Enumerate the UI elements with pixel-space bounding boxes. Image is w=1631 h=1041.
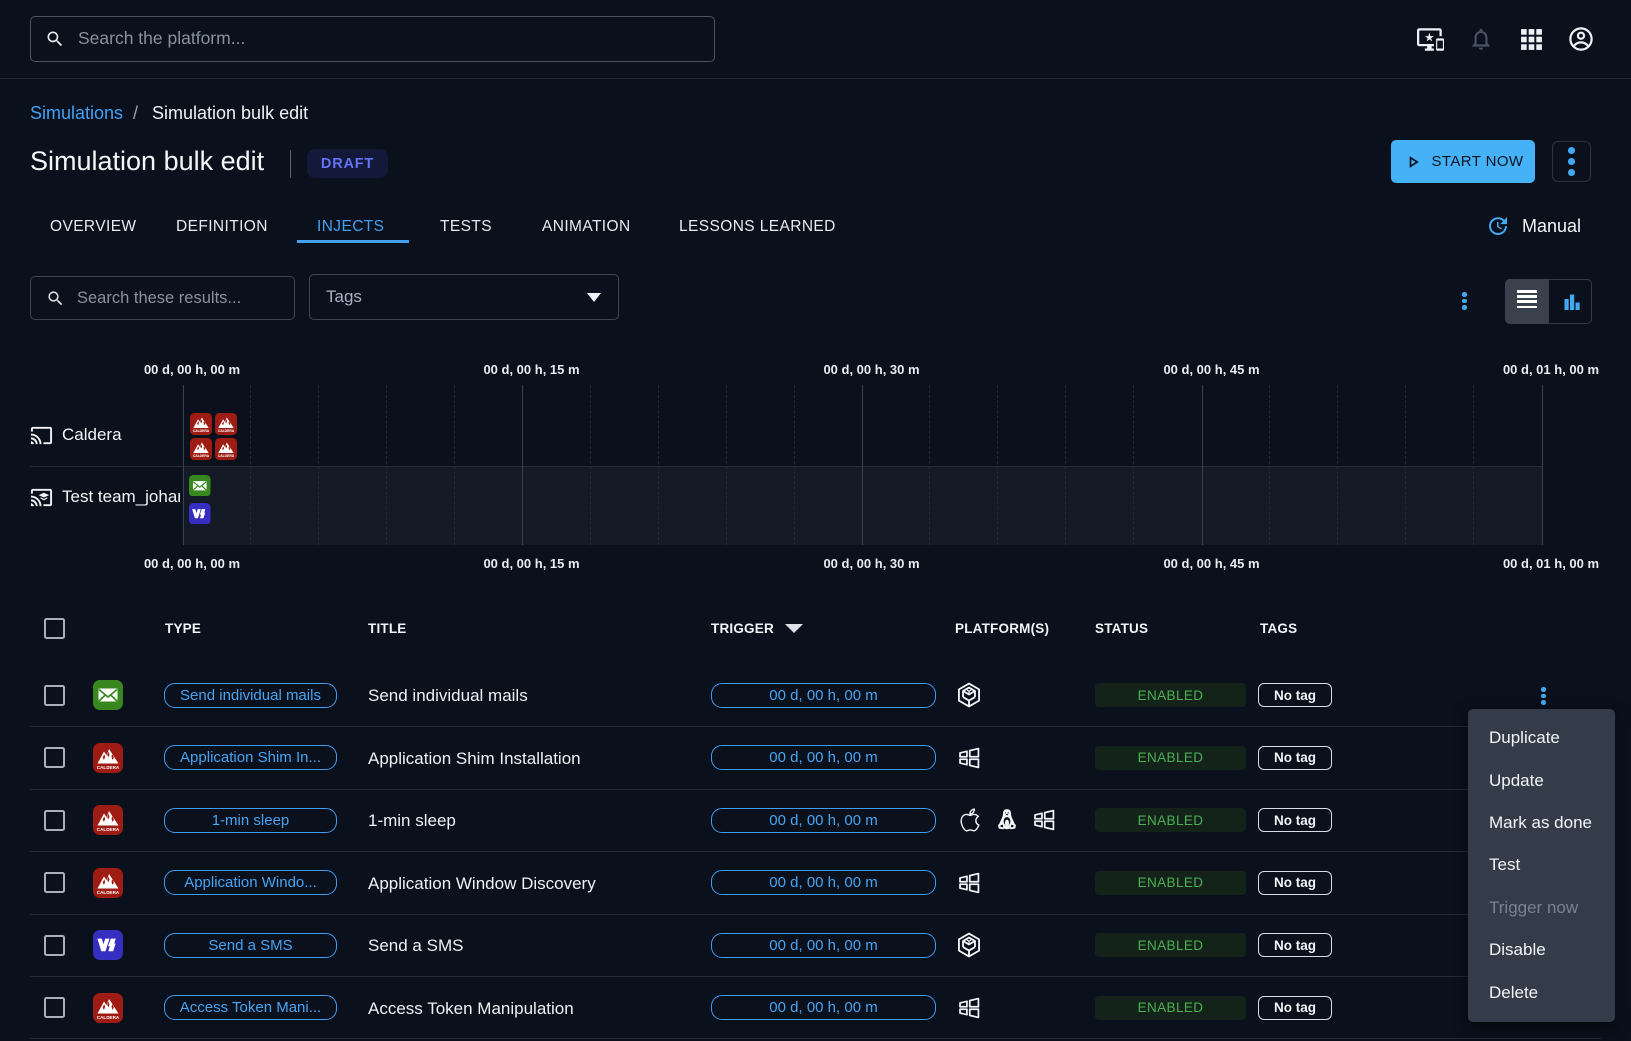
svg-text:CALDERA: CALDERA: [192, 429, 209, 433]
svg-text:CALDERA: CALDERA: [97, 764, 120, 769]
svg-text:CALDERA: CALDERA: [97, 889, 120, 894]
svg-text:CALDERA: CALDERA: [217, 429, 234, 433]
svg-text:CALDERA: CALDERA: [217, 453, 234, 457]
svg-text:CALDERA: CALDERA: [97, 1014, 120, 1019]
svg-text:CALDERA: CALDERA: [97, 827, 120, 832]
svg-text:CALDERA: CALDERA: [192, 453, 209, 457]
